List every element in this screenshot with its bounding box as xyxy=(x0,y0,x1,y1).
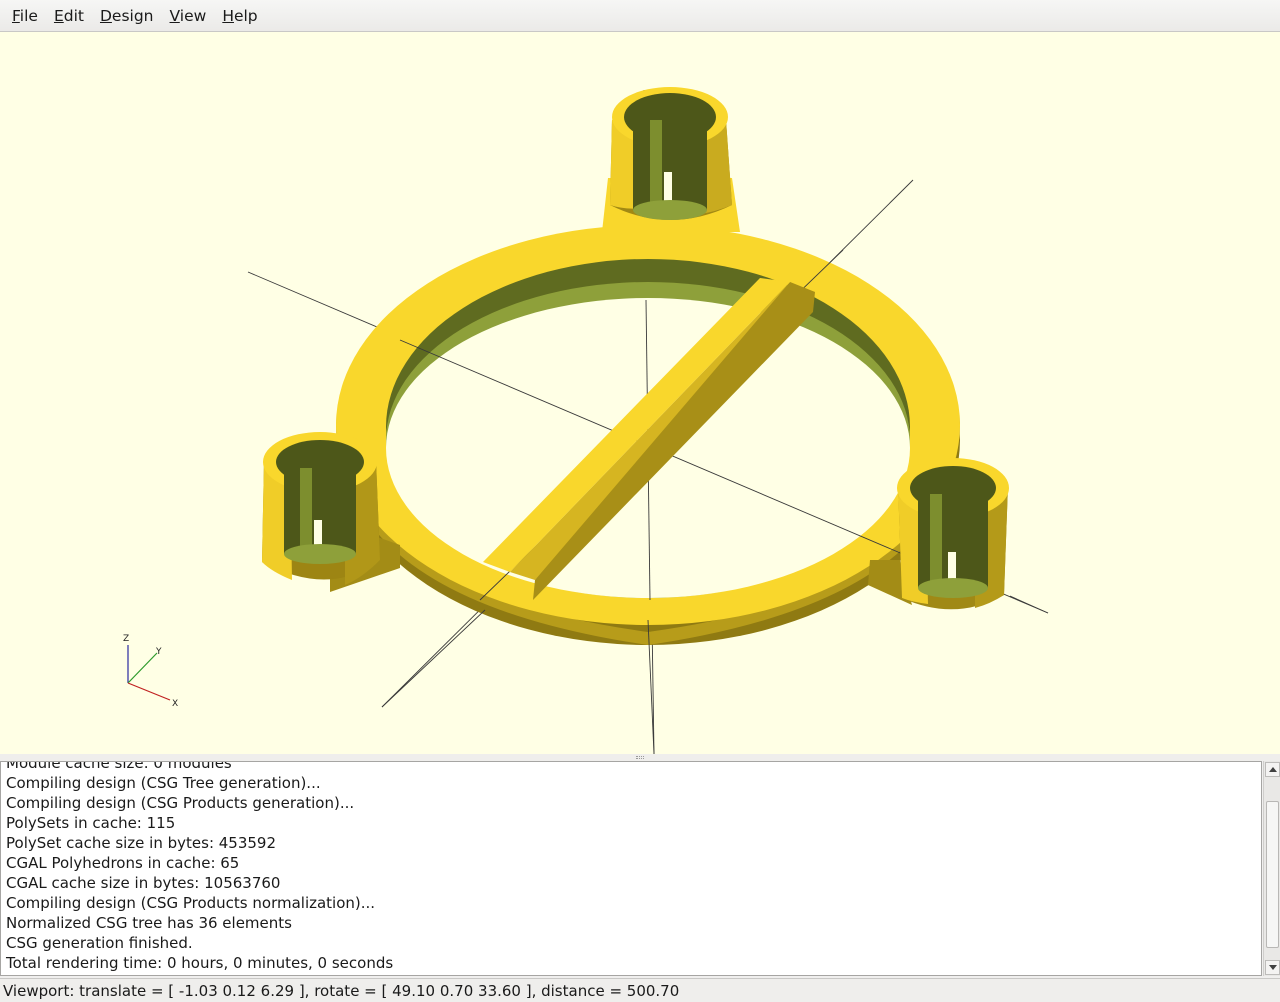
menu-design[interactable]: Design xyxy=(92,0,162,32)
console-line: Compiling design (CSG Products normaliza… xyxy=(6,894,376,912)
console-line: Module cache size: 0 modules xyxy=(6,761,232,772)
chevron-down-icon xyxy=(1269,965,1277,970)
scrollbar-thumb[interactable] xyxy=(1266,801,1279,948)
ring-model xyxy=(336,225,960,645)
splitter-grip[interactable] xyxy=(636,756,644,759)
viewport-console-splitter[interactable] xyxy=(0,754,1280,761)
console-line: PolySet cache size in bytes: 453592 xyxy=(6,834,277,852)
console-line: Compiling design (CSG Products generatio… xyxy=(6,794,355,812)
console-line: PolySets in cache: 115 xyxy=(6,814,176,832)
menu-bar: File Edit Design View Help xyxy=(0,0,1280,32)
menu-view[interactable]: View xyxy=(162,0,215,32)
menu-help-label: elp xyxy=(233,6,258,25)
menu-edit-mnemonic: E xyxy=(53,6,64,25)
console-lines: Module cache size: 0 modules Compiling de… xyxy=(6,761,394,973)
axis-orientation-gizmo: Z Y X xyxy=(123,634,178,709)
menu-view-mnemonic: V xyxy=(169,6,180,25)
console-line: CSG generation finished. xyxy=(6,934,193,952)
menu-help-mnemonic: H xyxy=(222,6,234,25)
menu-design-label: esign xyxy=(111,6,154,25)
chevron-up-icon xyxy=(1269,767,1277,772)
post-top xyxy=(602,87,740,232)
console-line: CGAL Polyhedrons in cache: 65 xyxy=(6,854,240,872)
console-line: Compiling design (CSG Tree generation)..… xyxy=(6,774,321,792)
menu-file[interactable]: File xyxy=(4,0,46,32)
menu-view-label: iew xyxy=(179,6,207,25)
menu-file-mnemonic: F xyxy=(12,6,20,25)
axis-label-z: Z xyxy=(123,634,129,644)
console-scrollbar[interactable] xyxy=(1263,761,1280,976)
menu-help[interactable]: Help xyxy=(214,0,265,32)
axis-label-y: Y xyxy=(155,647,162,657)
axis-label-x: X xyxy=(172,699,178,709)
console-line: Total rendering time: 0 hours, 0 minutes… xyxy=(6,954,394,972)
console-line: CGAL cache size in bytes: 10563760 xyxy=(6,874,281,892)
menu-design-mnemonic: D xyxy=(99,6,112,25)
status-bar: Viewport: translate = [ -1.03 0.12 6.29 … xyxy=(0,978,1280,1002)
menu-edit[interactable]: Edit xyxy=(46,0,92,32)
scroll-up-button[interactable] xyxy=(1265,762,1280,777)
3d-viewport[interactable]: Z Y X xyxy=(0,32,1280,754)
viewport-status-text: Viewport: translate = [ -1.03 0.12 6.29 … xyxy=(3,982,680,1000)
console-output[interactable]: Module cache size: 0 modules Compiling de… xyxy=(0,761,1262,976)
scroll-down-button[interactable] xyxy=(1265,960,1280,975)
menu-edit-label: dit xyxy=(63,6,84,25)
console-line: Normalized CSG tree has 36 elements xyxy=(6,914,292,932)
menu-file-label: ile xyxy=(19,6,38,25)
viewport-canvas[interactable]: Z Y X xyxy=(0,32,1280,754)
